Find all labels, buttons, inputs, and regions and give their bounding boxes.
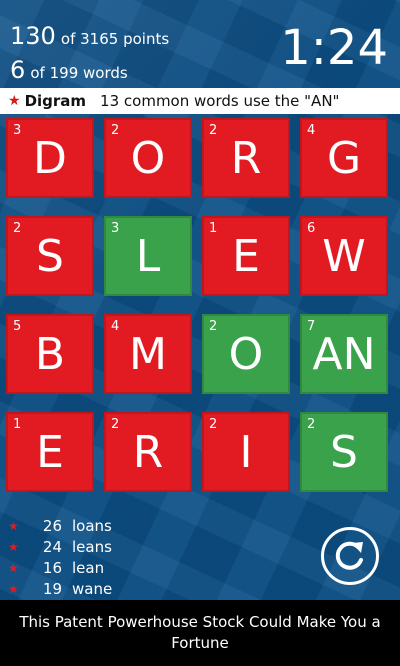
tile[interactable]: 2S — [6, 216, 94, 296]
tile-letter: S — [36, 230, 64, 282]
tile-letter: M — [129, 328, 167, 380]
timer: 1:24 — [280, 20, 388, 76]
points-total: of 3165 points — [60, 30, 170, 48]
tile-letter: S — [330, 426, 358, 478]
tile-letter: R — [230, 132, 262, 184]
tile[interactable]: 2O — [202, 314, 290, 394]
tile-letter: G — [326, 132, 362, 184]
tile-letter: W — [322, 230, 366, 282]
tile-letter: L — [135, 230, 161, 282]
tile-value: 5 — [13, 319, 22, 334]
word-text: wane — [72, 580, 113, 598]
found-words-list: ★ 26 loans ★ 24 leans ★ 16 lean ★ 19 wan… — [0, 516, 300, 600]
tile[interactable]: 2I — [202, 412, 290, 492]
tile-letter: D — [33, 132, 67, 184]
refresh-icon — [335, 541, 363, 570]
tile-value: 1 — [209, 221, 218, 236]
tile-value: 2 — [111, 417, 120, 432]
ad-text: This Patent Powerhouse Stock Could Make … — [19, 613, 381, 652]
word-text: lean — [72, 559, 105, 577]
hint-text: 13 common words use the "AN" — [100, 92, 340, 110]
tile-value: 2 — [13, 221, 22, 236]
words-total: of 199 words — [30, 64, 128, 82]
star-icon: ★ — [8, 519, 19, 533]
tile-value: 6 — [307, 221, 316, 236]
hint-bar: ★ Digram 13 common words use the "AN" — [0, 88, 400, 114]
tile-value: 2 — [307, 417, 316, 432]
words-value: 6 — [10, 56, 26, 84]
word-points: 19 — [42, 580, 62, 598]
tile[interactable]: 4G — [300, 118, 388, 198]
word-points: 24 — [42, 538, 62, 556]
points-line: 130 of 3165 points — [10, 22, 169, 50]
word-points: 16 — [42, 559, 62, 577]
tile-letter: E — [232, 230, 260, 282]
tile[interactable]: 4M — [104, 314, 192, 394]
tile[interactable]: 2S — [300, 412, 388, 492]
tile[interactable]: 5B — [6, 314, 94, 394]
tile[interactable]: 2R — [104, 412, 192, 492]
tile-value: 3 — [111, 221, 120, 236]
tile-letter: B — [34, 328, 66, 380]
tile-letter: I — [239, 426, 253, 478]
star-icon: ★ — [8, 540, 19, 554]
tile-value: 4 — [111, 319, 120, 334]
tile[interactable]: 1E — [202, 216, 290, 296]
star-icon: ★ — [8, 561, 19, 575]
word-text: loans — [72, 517, 112, 535]
tile-value: 7 — [307, 319, 316, 334]
tile-letter: R — [132, 426, 164, 478]
tile-value: 2 — [209, 123, 218, 138]
ad-banner[interactable]: This Patent Powerhouse Stock Could Make … — [0, 600, 400, 666]
tile-letter: E — [36, 426, 64, 478]
star-icon: ★ — [8, 582, 19, 596]
hint-star-icon: ★ — [8, 93, 21, 109]
tile-value: 2 — [209, 319, 218, 334]
tile-letter: O — [130, 132, 166, 184]
letter-grid: 3D 2O 2R 4G 2S 3L 1E 6W 5B 4M 2O 7 AN 1E … — [0, 118, 400, 510]
tile[interactable]: 2O — [104, 118, 192, 198]
tile[interactable]: 3D — [6, 118, 94, 198]
tile-letter: AN — [312, 328, 376, 380]
points-value: 130 — [10, 22, 56, 50]
tile-value: 1 — [13, 417, 22, 432]
tile-letter: O — [228, 328, 264, 380]
tile[interactable]: 2R — [202, 118, 290, 198]
tile-value: 2 — [209, 417, 218, 432]
word-text: leans — [72, 538, 112, 556]
tile-value: 4 — [307, 123, 316, 138]
tile[interactable]: 3L — [104, 216, 192, 296]
score-header: 130 of 3165 points 6 of 199 words 1:24 — [0, 0, 400, 86]
hint-title: Digram — [24, 92, 87, 110]
word-points: 26 — [42, 517, 62, 535]
tile[interactable]: 1E — [6, 412, 94, 492]
tile-value: 2 — [111, 123, 120, 138]
tile[interactable]: 6W — [300, 216, 388, 296]
tile[interactable]: 7 AN — [300, 314, 388, 394]
tile-value: 3 — [13, 123, 22, 138]
refresh-button[interactable] — [321, 527, 379, 585]
words-line: 6 of 199 words — [10, 56, 128, 84]
